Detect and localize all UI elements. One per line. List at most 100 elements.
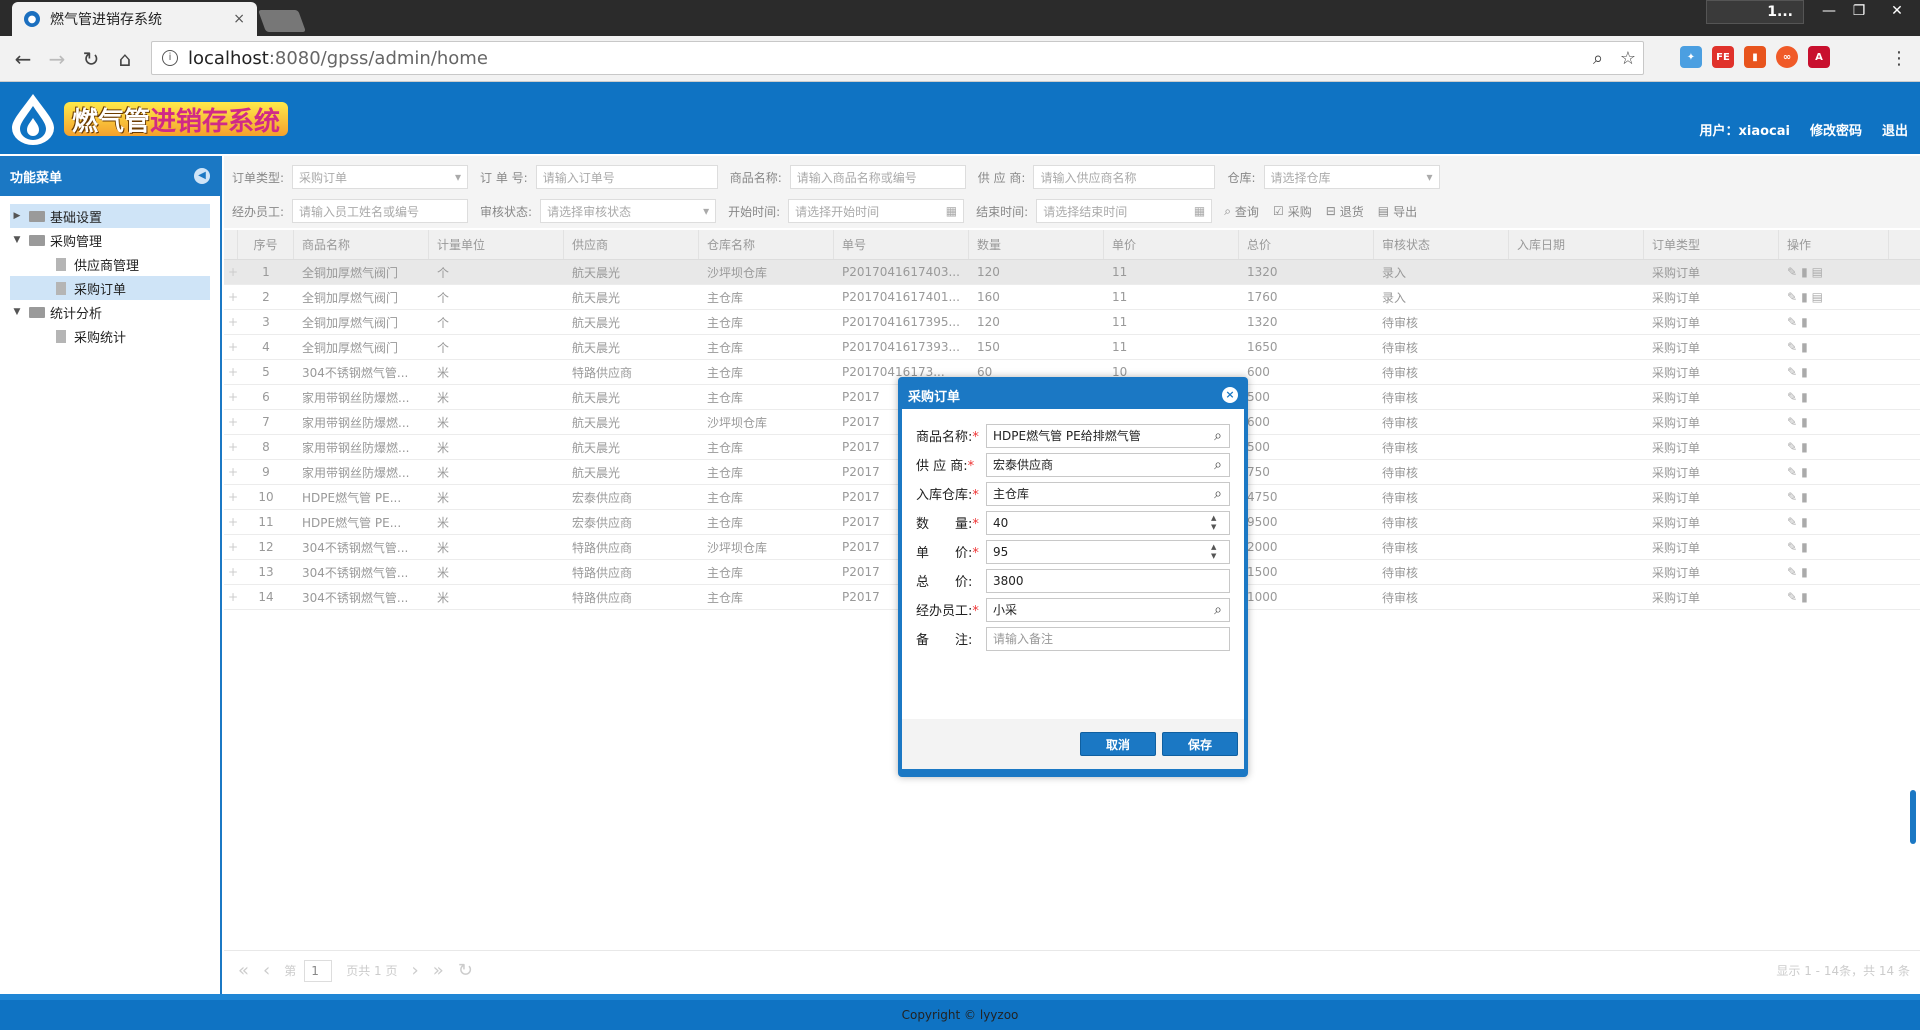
first-page-icon[interactable]: « [238, 960, 249, 981]
row-expand-icon[interactable]: + [224, 310, 238, 334]
delete-icon[interactable]: ▮ [1801, 390, 1808, 404]
search-icon[interactable]: ⌕ [1207, 483, 1229, 505]
table-row[interactable]: +2 全铜加厚燃气阀门 个 航天晨光 主仓库 P2017041617401... 160 11… [224, 285, 1920, 310]
expand-arrow-icon[interactable]: ▶ [10, 211, 24, 221]
prev-page-icon[interactable]: ‹ [263, 960, 270, 981]
export-button[interactable]: ▤ 导出 [1378, 203, 1417, 220]
delete-icon[interactable]: ▮ [1801, 340, 1808, 354]
delete-icon[interactable]: ▮ [1801, 265, 1808, 279]
order-no-input[interactable]: 请输入订单号 [535, 165, 718, 189]
extension-office-icon[interactable]: ▮ [1744, 46, 1766, 68]
edit-icon[interactable]: ✎ [1787, 490, 1797, 504]
refresh-icon[interactable]: ↻ [458, 960, 473, 981]
edit-icon[interactable]: ✎ [1787, 290, 1797, 304]
supplier-field[interactable]: 宏泰供应商 ⌕ [986, 452, 1230, 477]
audit-icon[interactable]: ▤ [1812, 265, 1823, 279]
browser-tab[interactable]: ● 燃气管进销存系统 × [12, 2, 257, 36]
spinner-arrows-icon[interactable]: ▲ ▼ [1211, 543, 1225, 561]
reload-icon[interactable]: ↻ [74, 47, 108, 71]
purchase-button[interactable]: ☑ 采购 [1273, 203, 1312, 220]
address-bar[interactable]: i localhost:8080/gpss/admin/home ⌕ ☆ [151, 41, 1644, 75]
edit-icon[interactable]: ✎ [1787, 515, 1797, 529]
col-header-price[interactable]: 单价 [1104, 230, 1239, 259]
delete-icon[interactable]: ▮ [1801, 315, 1808, 329]
browser-profile-button[interactable]: 1... [1706, 0, 1804, 24]
sidebar-item-supplier-management[interactable]: 供应商管理 [10, 252, 210, 276]
edit-icon[interactable]: ✎ [1787, 590, 1797, 604]
home-icon[interactable]: ⌂ [108, 47, 142, 71]
table-row[interactable]: +4 全铜加厚燃气阀门 个 航天晨光 主仓库 P2017041617393... 150 11… [224, 335, 1920, 360]
delete-icon[interactable]: ▮ [1801, 515, 1808, 529]
product-field[interactable]: HDPE燃气管 PE给排燃气管 ⌕ [986, 423, 1230, 448]
edit-icon[interactable]: ✎ [1787, 415, 1797, 429]
edit-icon[interactable]: ✎ [1787, 265, 1797, 279]
minimize-icon[interactable]: — [1814, 0, 1844, 22]
col-header-type[interactable]: 订单类型 [1644, 230, 1779, 259]
unit-price-stepper[interactable]: 95 ▲ ▼ [986, 539, 1230, 564]
extension-fe-icon[interactable]: FE [1712, 46, 1734, 68]
calendar-icon[interactable]: ▦ [946, 204, 957, 218]
audit-icon[interactable]: ▤ [1812, 290, 1823, 304]
query-button[interactable]: ⌕ 查询 [1224, 203, 1259, 220]
extension-infinity-icon[interactable]: ∞ [1776, 46, 1798, 68]
col-header-warehouse[interactable]: 仓库名称 [699, 230, 834, 259]
next-page-icon[interactable]: › [412, 960, 419, 981]
row-expand-icon[interactable]: + [224, 335, 238, 359]
edit-icon[interactable]: ✎ [1787, 390, 1797, 404]
order-type-select[interactable]: 采购订单 ▾ [292, 165, 469, 189]
search-icon[interactable]: ⌕ [1207, 425, 1229, 447]
extension-pdf-icon[interactable]: A [1808, 46, 1830, 68]
search-icon[interactable]: ⌕ [1207, 599, 1229, 621]
delete-icon[interactable]: ▮ [1801, 540, 1808, 554]
sidebar-item-purchase-management[interactable]: ▼ 采购管理 [10, 228, 210, 252]
col-header-date[interactable]: 入库日期 [1509, 230, 1644, 259]
edit-icon[interactable]: ✎ [1787, 440, 1797, 454]
page-number-input[interactable]: 1 [304, 959, 333, 982]
col-header-no[interactable]: 序号 [238, 230, 294, 259]
col-header-supplier[interactable]: 供应商 [564, 230, 699, 259]
warehouse-select[interactable]: 请选择仓库 ▾ [1263, 165, 1440, 189]
start-time-input[interactable]: 请选择开始时间 ▦ [788, 199, 965, 223]
supplier-input[interactable]: 请输入供应商名称 [1033, 165, 1216, 189]
col-header-order-no[interactable]: 单号 [834, 230, 969, 259]
dialog-close-icon[interactable]: × [1222, 387, 1238, 403]
info-icon[interactable]: i [162, 50, 178, 66]
row-expand-icon[interactable]: + [224, 435, 238, 459]
staff-input[interactable]: 请输入员工姓名或编号 [292, 199, 469, 223]
col-header-qty[interactable]: 数量 [969, 230, 1104, 259]
delete-icon[interactable]: ▮ [1801, 465, 1808, 479]
delete-icon[interactable]: ▮ [1801, 590, 1808, 604]
row-expand-icon[interactable]: + [224, 510, 238, 534]
row-expand-icon[interactable]: + [224, 285, 238, 309]
col-header-unit[interactable]: 计量单位 [429, 230, 564, 259]
edit-icon[interactable]: ✎ [1787, 340, 1797, 354]
row-expand-icon[interactable]: + [224, 585, 238, 609]
delete-icon[interactable]: ▮ [1801, 415, 1808, 429]
audit-status-select[interactable]: 请选择审核状态 ▾ [540, 199, 717, 223]
return-button[interactable]: ⊟ 退货 [1326, 203, 1364, 220]
row-expand-icon[interactable]: + [224, 535, 238, 559]
row-expand-icon[interactable]: + [224, 260, 238, 284]
logout-link[interactable]: 退出 [1882, 120, 1908, 139]
edit-icon[interactable]: ✎ [1787, 540, 1797, 554]
scrollbar-thumb[interactable] [1910, 790, 1916, 844]
row-expand-icon[interactable]: + [224, 360, 238, 384]
last-page-icon[interactable]: » [433, 960, 444, 981]
row-expand-icon[interactable]: + [224, 385, 238, 409]
forward-icon[interactable]: → [40, 47, 74, 71]
collapse-arrow-icon[interactable]: ▼ [10, 307, 24, 317]
col-header-total[interactable]: 总价 [1239, 230, 1374, 259]
extension-bird-icon[interactable]: ✦ [1680, 46, 1702, 68]
row-expand-icon[interactable]: + [224, 460, 238, 484]
collapse-sidebar-icon[interactable]: ◀ [194, 168, 210, 184]
product-name-input[interactable]: 请输入商品名称或编号 [789, 165, 966, 189]
delete-icon[interactable]: ▮ [1801, 440, 1808, 454]
zoom-icon[interactable]: ⌕ [1583, 48, 1613, 69]
delete-icon[interactable]: ▮ [1801, 290, 1808, 304]
save-button[interactable]: 保存 [1162, 732, 1238, 756]
col-header-status[interactable]: 审核状态 [1374, 230, 1509, 259]
restore-icon[interactable]: ❐ [1844, 0, 1874, 22]
sidebar-item-statistics[interactable]: ▼ 统计分析 [10, 300, 210, 324]
browser-menu-icon[interactable]: ⋮ [1890, 48, 1908, 69]
search-icon[interactable]: ⌕ [1207, 454, 1229, 476]
